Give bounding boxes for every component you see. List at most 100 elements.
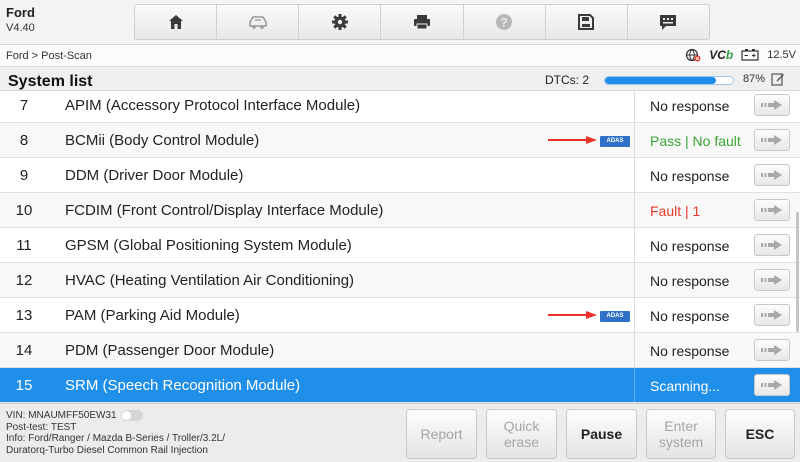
save-button[interactable] [546,5,628,39]
dtc-count: DTCs: 2 [545,73,590,87]
help-button[interactable]: ? [464,5,546,39]
pause-label: Pause [580,426,623,442]
home-icon [168,15,183,29]
enter-system-label: Enter system [659,418,703,450]
system-status: Scanning... [634,368,746,402]
scan-progress-bar [604,76,734,85]
system-status: No response [634,263,746,297]
forward-arrow-icon [761,310,782,320]
breadcrumb: Ford > Post-Scan [6,50,92,62]
enter-system-button[interactable]: Enter system [646,409,716,459]
system-name: SRM (Speech Recognition Module) [65,377,301,394]
forward-arrow-icon [761,240,782,250]
system-name: PDM (Passenger Door Module) [65,342,275,359]
app-name: Ford [6,5,35,20]
footer: VIN: MNAUMFF50EW31 Post-test: TEST Info:… [0,403,800,462]
message-button[interactable] [628,5,709,39]
system-name: PAM (Parking Aid Module) [65,307,240,324]
system-number: 9 [19,167,29,184]
system-status: No response [634,91,746,122]
system-list: 7 APIM (Accessory Protocol Interface Modu… [0,91,800,403]
status-icons: VCb 12.5V [685,48,796,62]
settings-button[interactable] [299,5,382,39]
annotation-arrow-icon [548,136,597,144]
system-row[interactable]: 7 APIM (Accessory Protocol Interface Modu… [0,91,800,123]
edit-icon[interactable] [771,72,785,86]
system-row[interactable]: 8 BCMii (Body Control Module) ADAS Pass | N… [0,123,800,158]
scan-progress-fill [605,77,717,84]
system-status: No response [634,158,746,192]
battery-voltage: 12.5V [767,49,796,61]
esc-label: ESC [745,426,775,442]
system-row[interactable]: 10 FCDIM (Front Control/Display Interface… [0,193,800,228]
message-icon [660,15,677,30]
post-test-label: Post-test: TEST [6,421,77,433]
forward-arrow-icon [761,100,782,110]
open-system-button[interactable] [754,199,790,221]
vehicle-swap-icon [248,16,267,29]
system-row[interactable]: 15 SRM (Speech Recognition Module) Scannin… [0,368,800,403]
system-number: 8 [19,132,29,149]
system-row[interactable]: 12 HVAC (Heating Ventilation Air Conditio… [0,263,800,298]
top-bar: Ford V4.40 ? [0,0,800,45]
system-row[interactable]: 14 PDM (Passenger Door Module) No response [0,333,800,368]
svg-text:?: ? [500,16,507,30]
info-line-2: Duratorq-Turbo Diesel Common Rail Inject… [6,444,208,456]
app-version: V4.40 [6,22,35,34]
system-number: 10 [15,202,33,219]
breadcrumb-bar: Ford > Post-Scan VCb 12.5V [0,45,800,67]
system-row[interactable]: 9 DDM (Driver Door Module) No response [0,158,800,193]
help-icon: ? [496,14,513,30]
quick-erase-label: Quick erase [504,418,540,450]
adas-badge: ADAS [600,136,630,147]
system-name: HVAC (Heating Ventilation Air Conditioni… [65,272,355,289]
open-system-button[interactable] [754,234,790,256]
open-system-button[interactable] [754,129,790,151]
open-system-button[interactable] [754,374,790,396]
report-button[interactable]: Report [406,409,477,459]
save-icon [578,14,595,30]
pause-button[interactable]: Pause [566,409,637,459]
system-status: No response [634,333,746,367]
vin-line: VIN: MNAUMFF50EW31 [6,410,225,422]
vci-status: VCb [709,48,733,62]
list-scrollbar[interactable] [796,212,799,332]
open-system-button[interactable] [754,269,790,291]
system-name: GPSM (Global Positioning System Module) [65,237,352,254]
system-status: No response [634,298,746,332]
system-row[interactable]: 11 GPSM (Global Positioning System Module… [0,228,800,263]
forward-arrow-icon [761,135,782,145]
forward-arrow-icon [761,205,782,215]
open-system-button[interactable] [754,94,790,116]
vehicle-swap-button[interactable] [217,5,300,39]
system-name: BCMii (Body Control Module) [65,132,260,149]
print-button[interactable] [381,5,464,39]
toolbar: ? [134,4,710,40]
forward-arrow-icon [761,170,782,180]
open-system-button[interactable] [754,164,790,186]
system-status: Fault | 1 [634,193,746,227]
quick-erase-line-1: Quick [503,418,540,434]
network-error-icon [686,48,701,62]
enter-system-line-2: system [658,434,704,450]
system-status: Pass | No fault [634,123,746,157]
forward-arrow-icon [761,345,782,355]
home-button[interactable] [135,5,218,39]
system-number: 12 [15,272,33,289]
vehicle-info: VIN: MNAUMFF50EW31 Post-test: TEST Info:… [6,410,225,456]
open-system-button[interactable] [754,339,790,361]
adas-badge: ADAS [600,311,630,322]
system-number: 7 [19,97,29,114]
system-row[interactable]: 13 PAM (Parking Aid Module) ADAS No respons… [0,298,800,333]
open-system-button[interactable] [754,304,790,326]
battery-icon [741,49,759,61]
esc-button[interactable]: ESC [725,409,795,459]
vin-text: VIN: MNAUMFF50EW31 [6,410,117,422]
system-name: APIM (Accessory Protocol Interface Modul… [65,97,361,114]
system-number: 14 [15,342,33,359]
quick-erase-button[interactable]: Quick erase [486,409,557,459]
vin-toggle[interactable] [120,410,143,421]
enter-system-line-1: Enter [664,418,698,434]
report-label: Report [420,426,463,442]
quick-erase-line-2: erase [503,434,539,450]
